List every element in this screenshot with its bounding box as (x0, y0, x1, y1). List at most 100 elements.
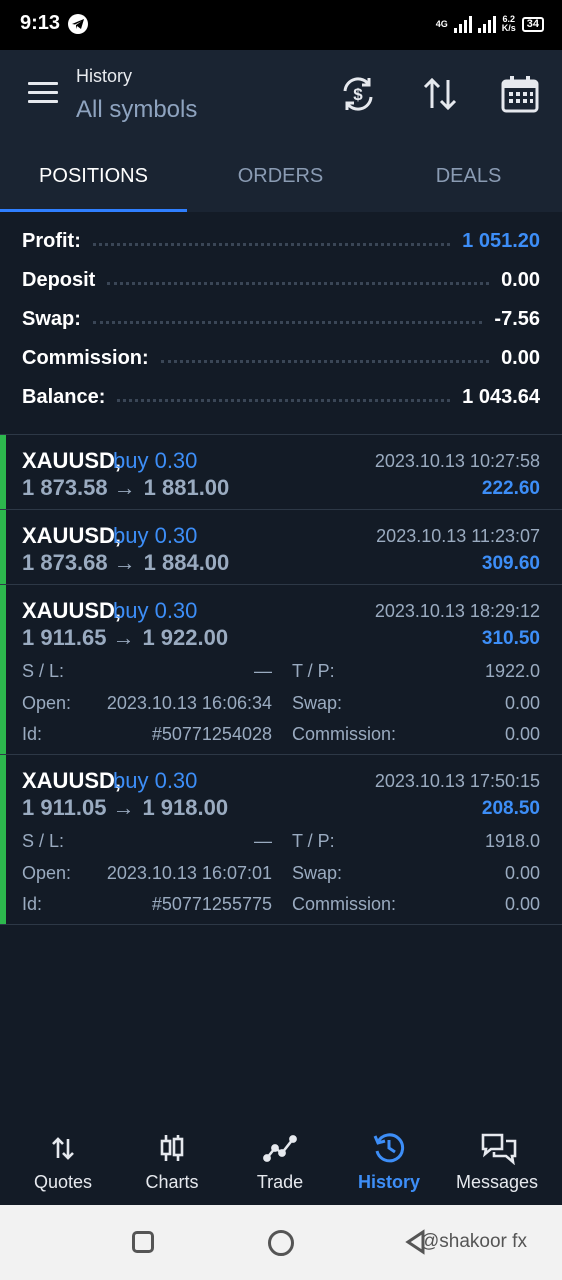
nav-trade[interactable]: Trade (224, 1120, 336, 1205)
profit-label: Profit: (22, 230, 81, 252)
position-symbol: XAUUSD, (22, 598, 122, 623)
position-prices: 1 873.58 → 1 881.00 (22, 475, 229, 501)
tab-positions[interactable]: POSITIONS (0, 140, 187, 212)
arrow-icon: → (112, 795, 135, 820)
sort-icon[interactable] (420, 74, 460, 114)
sl-label: S / L: (22, 661, 65, 681)
position-time: 2023.10.13 17:50:15 (374, 771, 540, 791)
profit-value: 1 051.20 (462, 230, 540, 252)
summary-swap: Swap: -7.56 (0, 300, 562, 339)
home-button[interactable] (268, 1230, 294, 1256)
messages-icon (481, 1133, 517, 1165)
nav-quotes[interactable]: Quotes (7, 1120, 119, 1205)
position-details: S / L: — T / P: 1922.0 Open: 2023.10.13 … (6, 659, 562, 754)
position-time: 2023.10.13 11:23:07 (376, 526, 540, 546)
nav-messages[interactable]: Messages (441, 1120, 553, 1205)
position-prices: 1 911.05 → 1 918.00 (22, 795, 228, 821)
position-symbol: XAUUSD, (22, 768, 122, 793)
summary-deposit: Deposit 0.00 (0, 261, 562, 300)
system-nav-bar: @shakoor fx (0, 1205, 562, 1280)
calendar-icon[interactable] (500, 74, 540, 114)
tp-label: T / P: (292, 831, 335, 851)
nav-label: Quotes (33, 1172, 93, 1192)
arrow-icon: → (113, 550, 136, 575)
tab-deals[interactable]: DEALS (375, 140, 562, 212)
open-price: 1 911.05 (22, 795, 107, 820)
close-price: 1 922.00 (142, 625, 229, 650)
nav-history[interactable]: History (333, 1120, 445, 1205)
quotes-icon (52, 1137, 74, 1160)
position-symbol: XAUUSD, (22, 448, 122, 473)
id-label: Id: (22, 724, 43, 744)
position-item[interactable]: XAUUSD, buy 0.30 1 873.58 → 1 881.00 2023.… (0, 435, 562, 509)
close-price: 1 918.00 (142, 795, 229, 820)
position-item-expanded[interactable]: XAUUSD, buy 0.30 1 911.65 → 1 922.00 2023.… (0, 585, 562, 754)
summary-commission: Commission: 0.00 (0, 339, 562, 378)
swap-label: Swap: (22, 308, 81, 330)
id-value: #50771255775 (151, 894, 272, 914)
arrow-icon: → (113, 475, 136, 500)
signal-icon-2 (477, 15, 496, 33)
account-summary: Profit: 1 051.20 Deposit 0.00 Swap: -7.5… (0, 222, 562, 417)
tp-value: 1922.0 (484, 661, 540, 681)
id-value: #50771254028 (151, 724, 272, 744)
status-indicators: 4G 6.2 K/s 34 (436, 12, 544, 36)
position-profit: 309.60 (481, 553, 540, 574)
open-price: 1 911.65 (22, 625, 107, 650)
network-type: 4G (435, 18, 448, 29)
open-label: Open: (22, 693, 72, 713)
sl-value: — (254, 831, 272, 851)
open-time-value: 2023.10.13 16:07:01 (106, 863, 272, 883)
position-prices: 1 911.65 → 1 922.00 (22, 625, 228, 651)
close-price: 1 881.00 (143, 475, 230, 500)
position-symbol: XAUUSD, (22, 523, 122, 548)
deposit-value: 0.00 (501, 269, 540, 291)
open-price: 1 873.58 (22, 475, 108, 500)
commission-detail-value: 0.00 (504, 724, 540, 744)
commission-label: Commission: (22, 347, 149, 369)
id-label: Id: (22, 894, 43, 914)
recent-apps-button[interactable] (132, 1231, 154, 1253)
position-profit: 310.50 (481, 628, 540, 649)
status-time: 9:13 (20, 12, 61, 34)
tab-orders[interactable]: ORDERS (187, 140, 374, 212)
swap-value: -7.56 (494, 308, 540, 330)
symbol-filter[interactable]: All symbols (76, 96, 197, 124)
position-time: 2023.10.13 18:29:12 (374, 601, 540, 621)
sync-icon[interactable]: $ (338, 74, 378, 114)
position-item-expanded[interactable]: XAUUSD, buy 0.30 1 911.05 → 1 918.00 2023.… (0, 755, 562, 924)
positions-list: XAUUSD, buy 0.30 1 873.58 → 1 881.00 2023.… (0, 434, 562, 925)
open-time-value: 2023.10.13 16:06:34 (106, 693, 272, 713)
position-details: S / L: — T / P: 1918.0 Open: 2023.10.13 … (6, 829, 562, 924)
tp-label: T / P: (292, 661, 335, 681)
nav-charts[interactable]: Charts (116, 1120, 228, 1205)
position-item[interactable]: XAUUSD, buy 0.30 1 873.68 → 1 884.00 2023.… (0, 510, 562, 584)
active-tab-indicator (0, 209, 187, 212)
svg-text:$: $ (353, 85, 363, 104)
watermark: @shakoor fx (420, 1231, 527, 1252)
position-side: buy 0.30 (113, 768, 198, 793)
summary-balance: Balance: 1 043.64 (0, 378, 562, 417)
swap-detail-label: Swap: (292, 693, 343, 713)
menu-icon[interactable] (28, 82, 58, 106)
nav-label: Trade (256, 1172, 304, 1192)
swap-detail-value: 0.00 (504, 693, 540, 713)
open-price: 1 873.68 (22, 550, 108, 575)
network-speed: 6.2 K/s (502, 15, 516, 33)
swap-detail-label: Swap: (292, 863, 343, 883)
history-icon (373, 1133, 405, 1163)
nav-label: Charts (145, 1172, 199, 1192)
sl-value: — (254, 661, 272, 681)
position-profit: 208.50 (481, 798, 540, 819)
nav-label: History (357, 1172, 420, 1192)
commission-detail-label: Commission: (292, 724, 397, 744)
nav-label: Messages (455, 1172, 539, 1192)
speed-unit: K/s (501, 23, 516, 33)
telegram-icon (68, 14, 88, 34)
position-side: buy 0.30 (113, 523, 198, 548)
position-time: 2023.10.13 10:27:58 (374, 451, 540, 471)
signal-icon (453, 15, 472, 33)
bottom-nav: Quotes Charts Trade History Messages (0, 1120, 562, 1205)
position-side: buy 0.30 (113, 598, 198, 623)
sl-label: S / L: (22, 831, 65, 851)
